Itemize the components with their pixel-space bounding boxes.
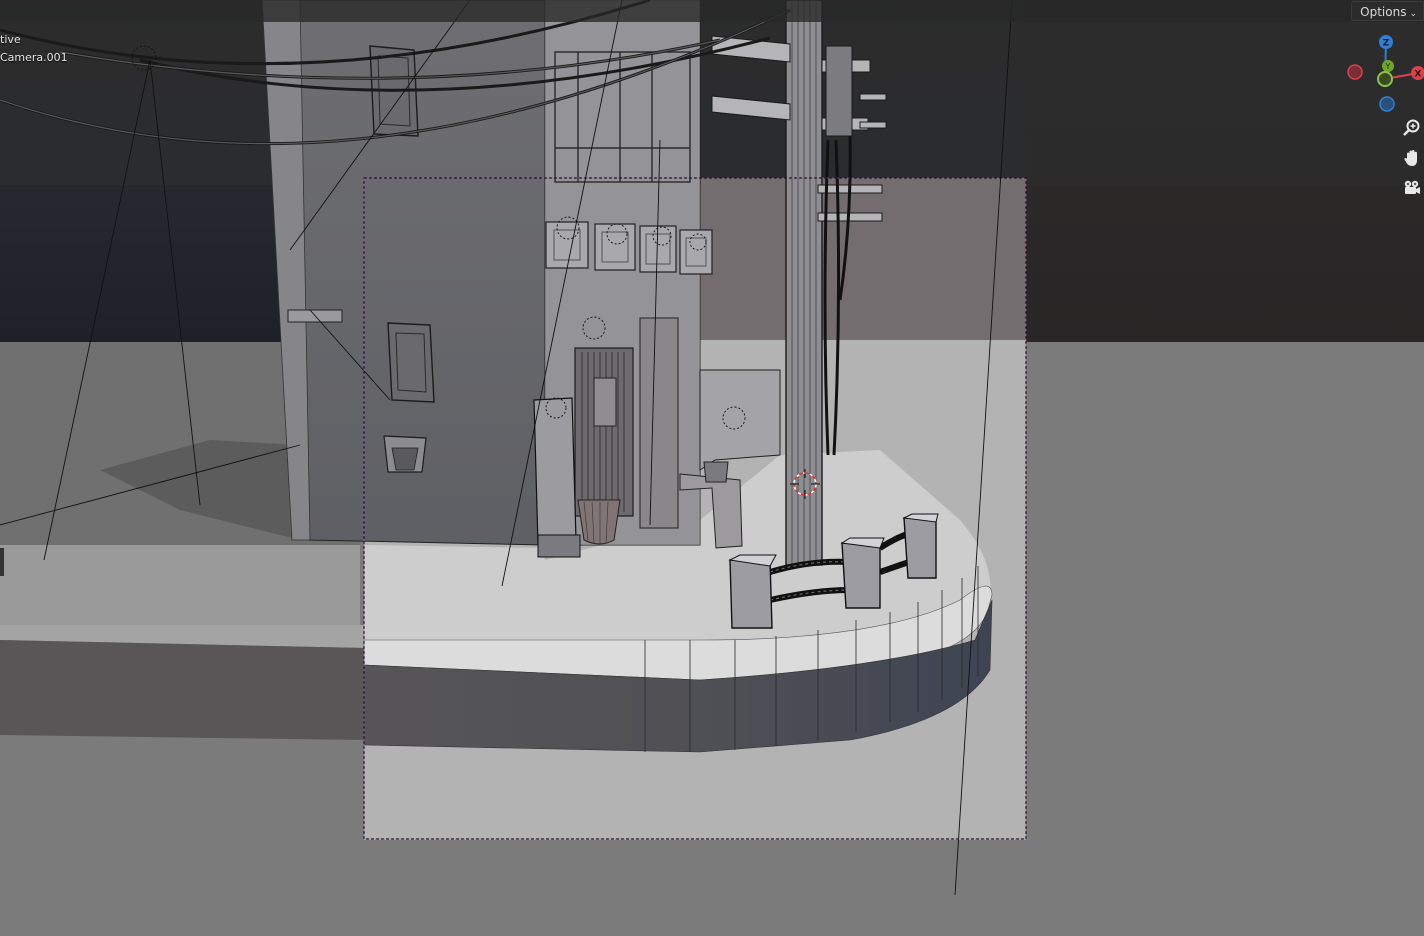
gizmo-x-label: X	[1415, 70, 1422, 80]
chevron-down-icon: ⌄	[1409, 9, 1417, 19]
gizmo-center	[1377, 71, 1393, 87]
3d-viewport[interactable]: Options ⌄ tive Camera.001 Y Z X	[0, 0, 1424, 936]
options-dropdown[interactable]: Options ⌄	[1351, 1, 1424, 21]
zoom-icon	[1403, 119, 1420, 136]
viewport-info: tive Camera.001	[0, 31, 68, 67]
gizmo-neg-z-handle	[1379, 96, 1395, 112]
gizmo-neg-x-handle	[1347, 64, 1363, 80]
options-label: Options	[1360, 5, 1407, 19]
pan-button[interactable]	[1400, 146, 1424, 170]
gizmo-y-label: Y	[1385, 62, 1391, 71]
active-object-text: Camera.001	[0, 51, 68, 64]
camera-view-button[interactable]	[1400, 176, 1424, 200]
camera-view-icon	[1404, 180, 1420, 194]
viewport-header	[0, 0, 1424, 22]
scene-render	[0, 0, 1424, 936]
gizmo-z-label: Z	[1383, 39, 1390, 49]
view-mode-text: tive	[0, 33, 21, 46]
hand-pan-icon	[1404, 150, 1417, 166]
navigation-gizmo[interactable]: Y Z X	[1340, 30, 1424, 114]
zoom-button[interactable]	[1400, 116, 1424, 140]
